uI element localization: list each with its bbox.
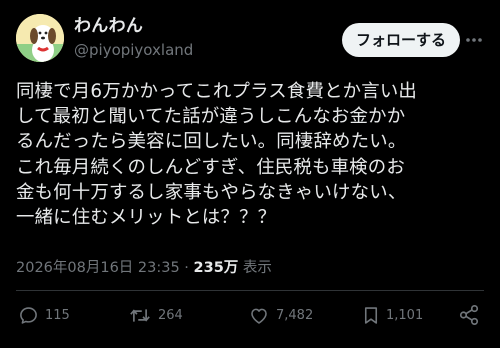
views-count[interactable]: 235万 — [194, 260, 239, 276]
more-icon[interactable] — [464, 30, 484, 50]
views-label: 表示 — [238, 260, 272, 276]
reply-button[interactable]: 115 — [18, 300, 70, 330]
share-icon — [459, 305, 479, 325]
author-handle[interactable]: @piyopiyoxland — [74, 39, 193, 61]
author-display-name[interactable]: わんわん — [74, 15, 193, 37]
tweet-meta: 2026年08月16日 23:35 · 235万 表示 — [16, 256, 272, 277]
retweet-icon — [130, 308, 150, 322]
meta-separator: · — [179, 260, 194, 276]
author-info: わんわん @piyopiyoxland — [74, 15, 193, 61]
tweet-body: 同棲で月6万かかってこれプラス食費とか言い出 して最初と聞いてた話が違うしこんな… — [16, 81, 418, 229]
retweet-count: 264 — [158, 307, 183, 323]
like-button[interactable]: 7,482 — [248, 300, 313, 330]
heart-icon — [251, 308, 267, 324]
retweet-button[interactable]: 264 — [128, 300, 183, 330]
divider — [16, 290, 484, 291]
like-count: 7,482 — [276, 307, 314, 323]
bookmark-button[interactable]: 1,101 — [362, 300, 423, 330]
tweet-header: わんわん @piyopiyoxland フォローする — [16, 14, 484, 62]
action-bar: 115 264 7,482 1,101 — [16, 300, 484, 330]
reply-icon — [20, 306, 37, 324]
share-button[interactable] — [458, 300, 480, 330]
bookmark-icon — [364, 306, 378, 324]
avatar[interactable] — [16, 14, 64, 62]
tweet-timestamp[interactable]: 2026年08月16日 23:35 — [16, 260, 180, 276]
reply-count: 115 — [45, 307, 70, 323]
avatar-dog-image — [16, 14, 64, 62]
follow-button[interactable]: フォローする — [341, 23, 460, 57]
bookmark-count: 1,101 — [386, 307, 424, 323]
